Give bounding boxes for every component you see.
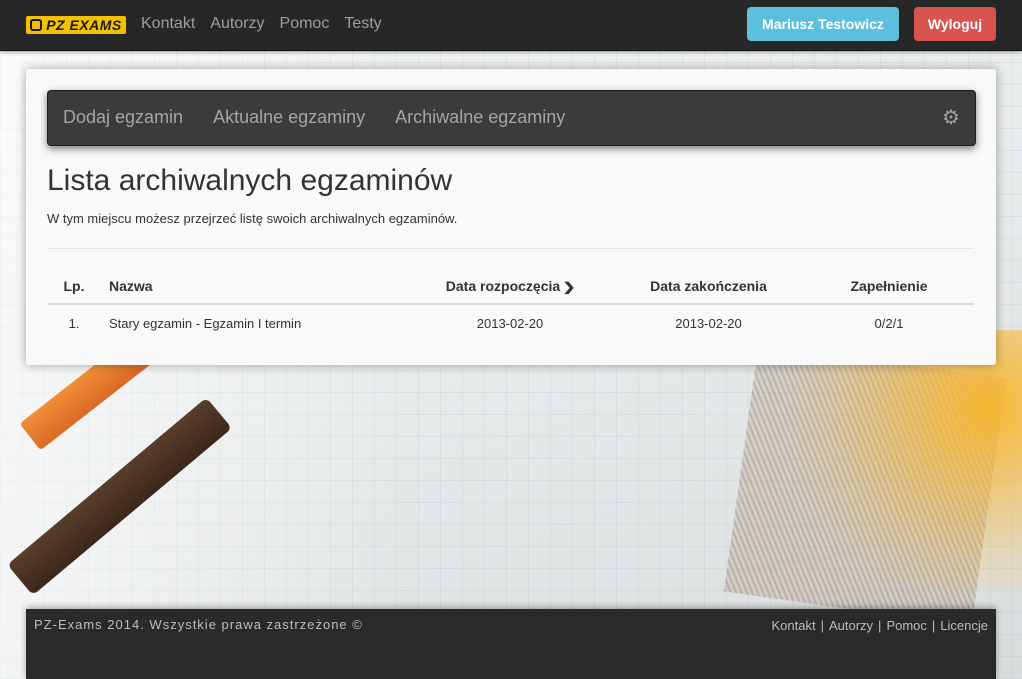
footer: PZ-Exams 2014. Wszystkie prawa zastrzeżo… [26,609,996,679]
brand-logo[interactable]: PZ EXAMS [26,16,126,34]
cell-start: 2013-02-20 [476,316,544,331]
brand-text: PZ EXAMS [46,17,122,33]
col-start-label: Data rozpoczęcia [445,278,561,294]
nav-link-testy[interactable]: Testy [344,15,381,33]
col-lp: Lp. [47,269,101,305]
nav-link-pomoc[interactable]: Pomoc [280,15,330,33]
tab-dodaj-egzamin[interactable]: Dodaj egzamin [63,107,183,128]
col-end[interactable]: Data zakończenia [613,269,804,305]
background-highlight [780,330,1022,590]
tab-aktualne-egzaminy[interactable]: Aktualne egzaminy [213,107,365,128]
user-button[interactable]: Mariusz Testowicz [747,7,899,41]
table-header-row: Lp. Nazwa Data rozpoczęcia ❯ Data zakończ… [47,269,974,305]
divider [47,248,974,249]
footer-separator: | [820,618,824,633]
cell-end: 2013-02-20 [675,316,742,331]
main-panel: Dodaj egzamin Aktualne egzaminy Archiwal… [26,69,996,365]
tab-archiwalne-egzaminy[interactable]: Archiwalne egzaminy [395,107,565,128]
chevron-down-icon: ❯ [562,280,576,294]
page-description: W tym miejscu możesz przejrzeć listę swo… [47,211,458,226]
exam-tabs: Dodaj egzamin Aktualne egzaminy Archiwal… [63,107,565,128]
logo-mark-icon [30,19,43,31]
footer-links: Kontakt | Autorzy | Pomoc | Licencje [771,618,988,633]
footer-link-pomoc[interactable]: Pomoc [886,618,926,633]
nav-link-kontakt[interactable]: Kontakt [141,15,195,33]
gear-icon[interactable]: ⚙ [941,108,961,128]
cell-lp: 1. [68,316,80,331]
footer-link-kontakt[interactable]: Kontakt [771,618,815,633]
page-title: Lista archiwalnych egzaminów [47,164,453,197]
main-nav: Kontakt Autorzy Pomoc Testy [141,15,382,33]
col-name[interactable]: Nazwa [101,269,407,305]
footer-copyright: PZ-Exams 2014. Wszystkie prawa zastrzeżo… [34,617,363,632]
col-start[interactable]: Data rozpoczęcia ❯ [407,269,613,305]
top-navbar: PZ EXAMS Kontakt Autorzy Pomoc Testy Mar… [0,0,1022,51]
exam-subnav: Dodaj egzamin Aktualne egzaminy Archiwal… [47,90,976,146]
exams-table: Lp. Nazwa Data rozpoczęcia ❯ Data zakończ… [47,269,974,342]
footer-link-licencje[interactable]: Licencje [940,618,988,633]
footer-separator: | [931,618,936,633]
nav-link-autorzy[interactable]: Autorzy [210,15,264,33]
footer-link-autorzy[interactable]: Autorzy [829,618,873,633]
footer-separator: | [878,618,882,633]
cell-name[interactable]: Stary egzamin - Egzamin I termin [101,304,407,342]
col-fill[interactable]: Zapełnienie [804,269,974,305]
logout-button[interactable]: Wyloguj [914,7,996,41]
table-row[interactable]: 1. Stary egzamin - Egzamin I termin 2013… [47,304,974,342]
cell-fill: 0/2/1 [874,316,904,331]
